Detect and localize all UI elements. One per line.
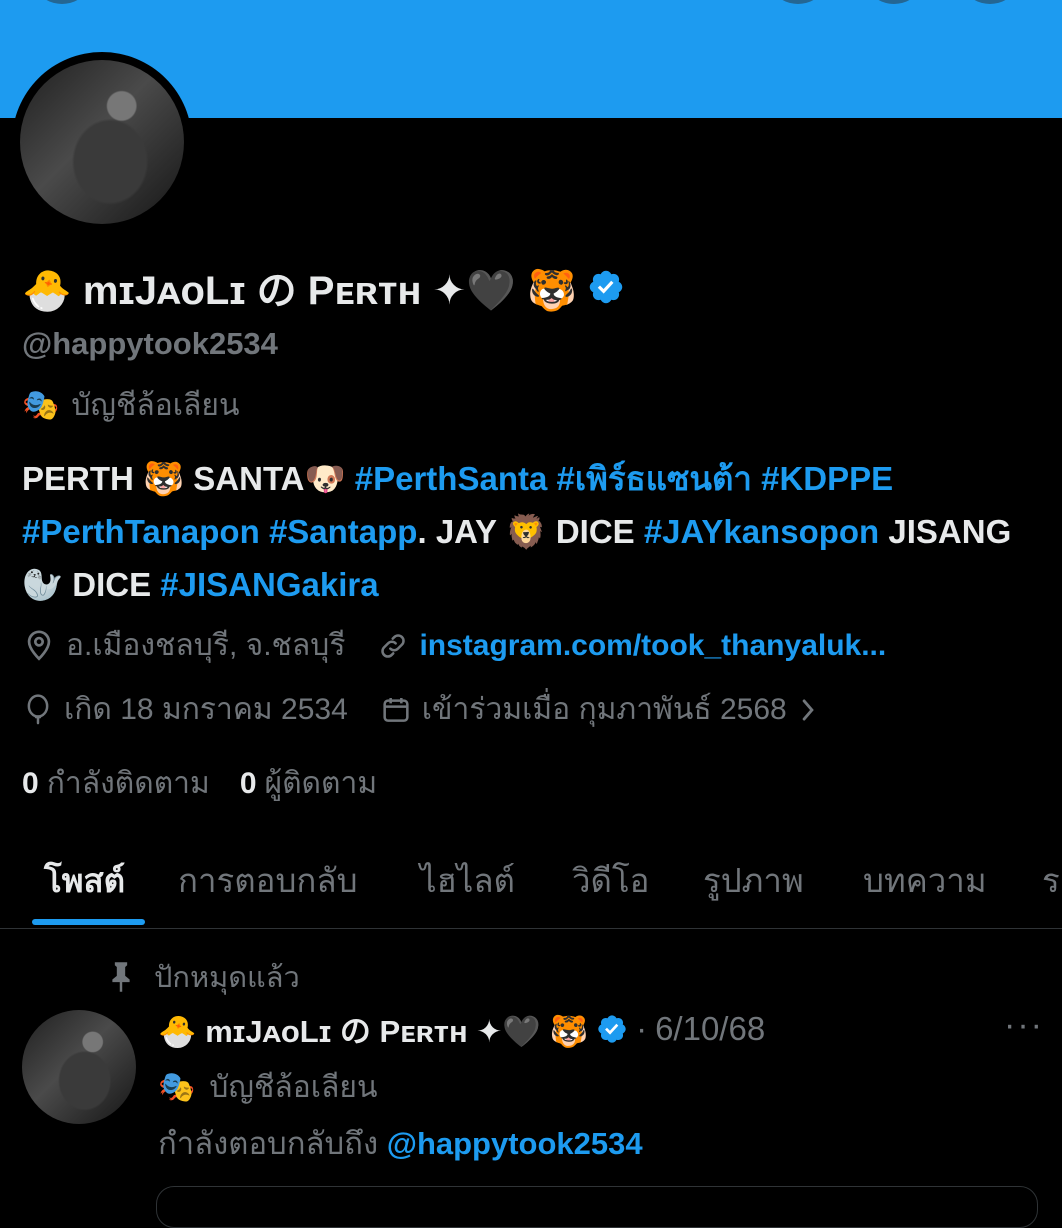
post-parody-text: บัญชีล้อเลียน: [209, 1071, 378, 1104]
bio-text: [547, 460, 556, 497]
reply-context: กำลังตอบกลับถึง @happytook2534: [158, 1118, 643, 1168]
post-header: 🐣 mɪJᴀᴏLɪ の Pᴇʀᴛʜ ✦🖤 🐯 · 6/10/68: [158, 1006, 765, 1051]
bio-hashtag-link[interactable]: #JISANGakira: [160, 566, 378, 603]
display-name: 🐣 mɪJᴀᴏLɪ の Pᴇʀᴛʜ ✦🖤 🐯: [22, 258, 625, 316]
chevron-right-icon: [802, 698, 814, 721]
profile-avatar[interactable]: [20, 60, 184, 224]
following-label: กำลังติดตาม: [46, 767, 210, 800]
tab-photos[interactable]: รูปภาพ: [703, 854, 804, 907]
profile-tabs: โพสต์ การตอบกลับ ไฮไลต์ วิดีโอ รูปภาพ บท…: [0, 840, 1062, 929]
post-date[interactable]: 6/10/68: [655, 1010, 765, 1048]
bio-hashtag-link[interactable]: #เพิร์ธแซนต้า: [557, 460, 752, 497]
reply-prefix: กำลังตอบกลับถึง: [158, 1126, 379, 1161]
bio-text: [260, 513, 269, 550]
website-link[interactable]: instagram.com/took_thanyaluk...: [419, 629, 886, 663]
profile-meta-dates-row: เกิด 18 มกราคม 2534 เข้าร่วมเมื่อ กุมภาพ…: [22, 686, 851, 733]
following-stat[interactable]: 0 กำลังติดตาม: [22, 760, 210, 807]
bio-hashtag-link[interactable]: #PerthTanapon: [22, 513, 260, 550]
back-button[interactable]: [40, 0, 84, 4]
bio-hashtag-link[interactable]: #PerthSanta: [355, 460, 548, 497]
parody-mask-icon: 🎭: [22, 389, 60, 422]
calendar-icon: [383, 697, 409, 722]
bio-hashtag-link[interactable]: #Santapp: [269, 513, 418, 550]
profile-meta-location-row: อ.เมืองชลบุรี, จ.ชลบุรี instagram.com/to…: [22, 622, 918, 669]
joined-text: เข้าร่วมเมื่อ กุมภาพันธ์ 2568: [421, 693, 787, 726]
link-icon: [381, 633, 406, 658]
tab-articles[interactable]: บทความ: [863, 854, 987, 907]
display-name-text: 🐣 mɪJᴀᴏLɪ の Pᴇʀᴛʜ ✦🖤 🐯: [22, 269, 577, 313]
location-pin-icon: [27, 629, 51, 661]
followers-stat[interactable]: 0 ผู้ติดตาม: [240, 760, 377, 807]
post-author-avatar[interactable]: [22, 1010, 136, 1124]
reply-mention-link[interactable]: @happytook2534: [387, 1126, 643, 1161]
parody-mask-icon: 🎭: [158, 1071, 196, 1104]
tab-replies[interactable]: การตอบกลับ: [178, 854, 358, 907]
menu-button[interactable]: [968, 0, 1012, 4]
search-button[interactable]: [776, 0, 820, 4]
following-count: 0: [22, 767, 39, 800]
joined-date[interactable]: เข้าร่วมเมื่อ กุมภาพันธ์ 2568: [380, 686, 819, 733]
bio-hashtag-link[interactable]: #JAYkansopon: [644, 513, 879, 550]
profile-bio: PERTH 🐯 SANTA🐶 #PerthSanta #เพิร์ธแซนต้า…: [22, 452, 1042, 611]
verified-badge-icon[interactable]: [596, 1013, 628, 1045]
pinned-indicator: ปักหมุดแล้ว: [108, 954, 300, 1000]
tab-posts[interactable]: โพสต์: [44, 854, 125, 907]
location-text: อ.เมืองชลบุรี, จ.ชลบุรี: [66, 629, 346, 662]
followers-count: 0: [239, 767, 257, 800]
pin-icon: [112, 962, 130, 992]
post-more-icon[interactable]: ···: [1004, 1006, 1044, 1045]
bio-hashtag-link[interactable]: #KDPPE: [761, 460, 893, 497]
parody-label-text: บัญชีล้อเลียน: [71, 389, 240, 422]
tab-videos[interactable]: วิดีโอ: [572, 854, 650, 907]
bio-text: . JAY 🦁 DICE: [417, 513, 644, 550]
birthday-text: เกิด 18 มกราคม 2534: [64, 693, 348, 726]
active-tab-indicator: [32, 919, 145, 925]
post-separator: ·: [636, 1009, 648, 1047]
pinned-label: ปักหมุดแล้ว: [154, 962, 300, 994]
verified-badge-icon[interactable]: [587, 268, 625, 306]
parody-label: 🎭 บัญชีล้อเลียน: [22, 382, 239, 429]
follow-stats: 0 กำลังติดตาม 0 ผู้ติดตาม: [22, 760, 377, 807]
tab-highlights[interactable]: ไฮไลต์: [420, 854, 515, 907]
post-parody-label: 🎭 บัญชีล้อเลียน: [158, 1064, 377, 1111]
post-author-name[interactable]: 🐣 mɪJᴀᴏLɪ の Pᴇʀᴛʜ ✦🖤 🐯: [158, 1006, 588, 1051]
followers-label: ผู้ติดตาม: [264, 767, 378, 800]
bio-text: [752, 460, 761, 497]
avatar-frame: [12, 52, 192, 232]
bio-text: PERTH 🐯 SANTA🐶: [22, 460, 355, 497]
balloon-icon: [27, 693, 49, 724]
tab-more-truncated[interactable]: ร: [1042, 854, 1060, 907]
more-button[interactable]: [872, 0, 916, 4]
quoted-card[interactable]: [156, 1186, 1038, 1228]
profile-handle: @happytook2534: [22, 326, 278, 361]
